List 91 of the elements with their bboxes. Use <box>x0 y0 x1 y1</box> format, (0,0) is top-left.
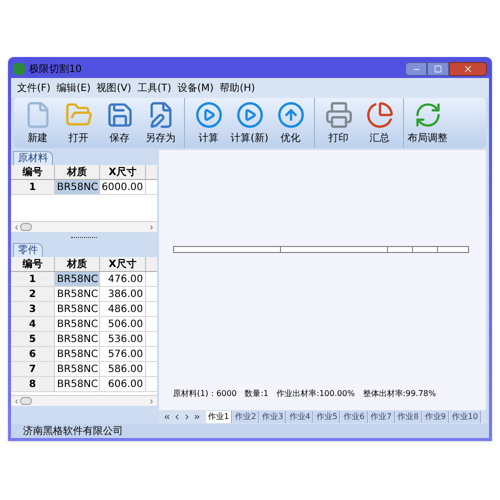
row-header: 6 <box>11 347 55 361</box>
row-header: 1 <box>11 272 55 286</box>
table-cell: 486.00 <box>100 302 146 316</box>
toolbar-button[interactable]: 优化 <box>270 98 311 148</box>
folder-icon <box>64 100 92 128</box>
column-header[interactable]: 编号 <box>11 165 55 179</box>
table-cell: 536.00 <box>100 332 146 346</box>
printer-icon <box>324 100 352 128</box>
next-sheet-icon[interactable] <box>183 413 191 421</box>
row-header: 8 <box>11 377 55 391</box>
table-cell: BR58NC <box>55 180 100 194</box>
close-icon <box>463 64 473 74</box>
scroll-thumb[interactable] <box>20 223 32 231</box>
toolbar-button[interactable]: 新建 <box>17 98 58 148</box>
sheet-tab[interactable]: 作业8 <box>396 411 422 423</box>
sheet-tab[interactable]: 作业10 <box>450 411 482 423</box>
summary-text: 数量:1 <box>244 388 268 400</box>
menu-item[interactable]: 帮助(H) <box>220 80 256 96</box>
table-cell: 586.00 <box>100 362 146 376</box>
toolbar-button[interactable]: 计算 <box>188 98 229 148</box>
row-header: 4 <box>11 317 55 331</box>
toolbar-button[interactable]: 另存为 <box>140 98 181 148</box>
toolbar-button[interactable]: 打印 <box>318 98 359 148</box>
row-header: 7 <box>11 362 55 376</box>
menu-item[interactable]: 编辑(E) <box>56 80 91 96</box>
close-button[interactable] <box>449 62 487 76</box>
table-cell: BR58NC <box>55 302 100 316</box>
menu-item[interactable]: 设备(M) <box>177 80 214 96</box>
sheet-tab[interactable]: 作业7 <box>368 411 395 423</box>
table-cell: 576.00 <box>100 347 146 361</box>
toolbar-button[interactable]: 保存 <box>99 98 140 148</box>
scroll-left-icon[interactable] <box>13 224 20 230</box>
panel-tab[interactable]: 原材料 <box>13 151 53 165</box>
horizontal-scrollbar[interactable] <box>11 395 157 406</box>
status-text: 济南黑格软件有限公司 <box>23 424 123 438</box>
table-cell: 6000.00 <box>100 180 146 194</box>
column-header[interactable]: X尺寸 <box>100 165 146 179</box>
summary-text: 作业出材率:100.00% <box>276 388 355 400</box>
toolbar-button[interactable]: 布局调整 <box>407 98 448 148</box>
table-cell: BR58NC <box>55 332 100 346</box>
column-header[interactable]: X尺寸 <box>100 257 146 271</box>
menu-item[interactable]: 视图(V) <box>96 80 132 96</box>
menu-item[interactable]: 文件(F) <box>17 80 51 96</box>
table-cell: 476.00 <box>100 272 146 286</box>
scroll-left-icon[interactable] <box>13 398 20 404</box>
refresh-icon <box>414 100 442 128</box>
maximize-button[interactable] <box>427 62 449 76</box>
scroll-thumb[interactable] <box>20 397 32 405</box>
summary-text: 整体出材率:99.78% <box>362 388 436 400</box>
table-cell: 506.00 <box>100 317 146 331</box>
toolbar-button[interactable]: 计算(新) <box>229 98 270 148</box>
last-sheet-icon[interactable] <box>193 413 201 421</box>
table-cell: 386.00 <box>100 287 146 301</box>
sheet-tab[interactable]: 作业4 <box>287 411 314 423</box>
sheet-tab[interactable]: 作业3 <box>260 411 286 423</box>
menu-item[interactable]: 工具(T) <box>137 80 172 96</box>
toolbar-button[interactable]: 打开 <box>58 98 99 148</box>
row-header: 1 <box>11 180 55 194</box>
sheet-tab[interactable]: 作业5 <box>314 411 340 423</box>
play-icon <box>194 100 222 128</box>
table-cell: BR58NC <box>55 317 100 331</box>
window-title: 极限切割10 <box>29 62 83 76</box>
row-header: 5 <box>11 332 55 346</box>
table-cell: BR58NC <box>55 272 100 286</box>
table-cell: BR58NC <box>55 362 100 376</box>
table-cell: 606.00 <box>100 377 146 391</box>
panel-tab[interactable]: 零件 <box>13 243 43 257</box>
floppy-icon <box>106 100 134 128</box>
play-icon <box>236 100 264 128</box>
app-logo-icon <box>13 63 25 75</box>
table-cell: BR58NC <box>55 347 100 361</box>
maximize-icon <box>434 65 442 73</box>
sheet-tab[interactable]: 作业6 <box>341 411 368 423</box>
table-cell: BR58NC <box>55 377 100 391</box>
column-header[interactable]: 材质 <box>55 257 100 271</box>
table-cell: BR58NC <box>55 287 100 301</box>
scroll-right-icon[interactable] <box>148 224 155 230</box>
sheet-tab[interactable]: 作业1 <box>206 411 232 423</box>
row-header: 2 <box>11 287 55 301</box>
summary-text: 原材料(1)：6000 <box>173 388 237 400</box>
sheet-tab[interactable]: 作业9 <box>422 411 449 423</box>
column-header[interactable]: 材质 <box>55 165 100 179</box>
sheet-tab[interactable]: 作业2 <box>233 411 260 423</box>
first-sheet-icon[interactable] <box>163 413 171 421</box>
pie-chart-icon <box>366 100 394 128</box>
column-header[interactable]: 编号 <box>11 257 55 271</box>
toolbar-button[interactable]: 汇总 <box>359 98 400 148</box>
row-header: 3 <box>11 302 55 316</box>
scroll-right-icon[interactable] <box>148 398 155 404</box>
horizontal-scrollbar[interactable] <box>11 221 157 232</box>
previous-sheet-icon[interactable] <box>173 413 181 421</box>
